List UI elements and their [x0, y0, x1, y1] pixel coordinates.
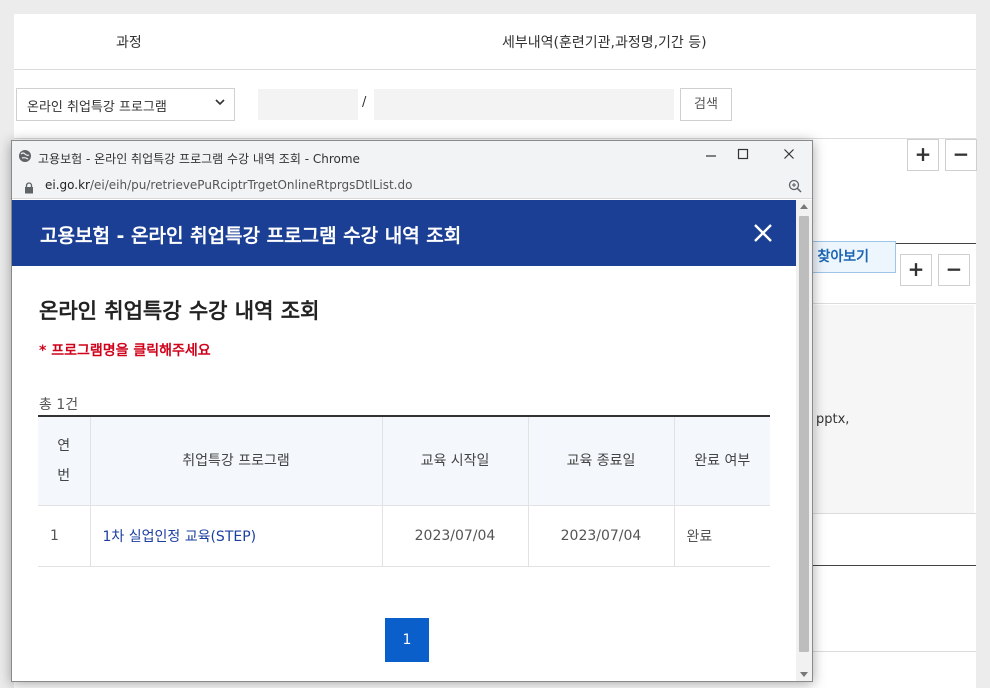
- scroll-up-icon[interactable]: [800, 204, 808, 209]
- th-start: 교육 시작일: [382, 416, 529, 506]
- page-url: ei.go.kr/ei/eih/pu/retrievePuRciptrTrget…: [45, 178, 412, 192]
- table-header-row: 연번 취업특강 프로그램 교육 시작일 교육 종료일 완료 여부: [38, 416, 770, 506]
- remove-file-button[interactable]: −: [938, 254, 970, 286]
- divider: [800, 513, 976, 514]
- maximize-button[interactable]: [732, 146, 754, 166]
- divider: [800, 651, 976, 652]
- th-no: 연번: [38, 416, 91, 506]
- course-select[interactable]: 온라인 취업특강 프로그램: [16, 88, 235, 121]
- popup-window: 고용보험 - 온라인 취업특강 프로그램 수강 내역 조회 - Chrome e…: [11, 140, 813, 682]
- divider: [800, 565, 976, 566]
- th-program: 취업특강 프로그램: [90, 416, 383, 506]
- globe-icon: [18, 149, 32, 163]
- page-button-1[interactable]: 1: [385, 618, 429, 662]
- notice-text: * 프로그램명을 클릭해주세요: [39, 343, 211, 359]
- url-path: /ei/eih/pu/retrievePuRciptrTrgetOnlineRt…: [89, 178, 413, 192]
- history-table: 연번 취업특강 프로그램 교육 시작일 교육 종료일 완료 여부 1 1차 실업…: [38, 415, 770, 567]
- add-file-button[interactable]: +: [900, 254, 932, 286]
- url-host: ei.go.kr: [45, 178, 90, 192]
- lock-icon: [24, 179, 34, 194]
- keyword-input-2[interactable]: [374, 89, 674, 120]
- total-count: 총 1건: [39, 397, 79, 413]
- add-row-button[interactable]: +: [907, 139, 939, 171]
- program-link[interactable]: 1차 실업인정 교육(STEP): [90, 505, 383, 567]
- input-separator: /: [362, 95, 367, 110]
- window-close-button[interactable]: [778, 146, 800, 166]
- header-course: 과정: [116, 35, 142, 51]
- table-row: 1 1차 실업인정 교육(STEP) 2023/07/04 2023/07/04…: [38, 505, 770, 567]
- header-detail: 세부내역(훈련기관,과정명,기간 등): [502, 35, 707, 51]
- scrollbar-thumb[interactable]: [799, 216, 809, 652]
- file-info-box: [814, 305, 974, 513]
- modal-header: 고용보험 - 온라인 취업특강 프로그램 수강 내역 조회: [12, 200, 796, 266]
- start-date: 2023/07/04: [382, 505, 529, 567]
- window-titlebar[interactable]: 고용보험 - 온라인 취업특강 프로그램 수강 내역 조회 - Chrome: [12, 141, 812, 171]
- th-done: 완료 여부: [674, 416, 770, 506]
- modal-title: 고용보험 - 온라인 취업특강 프로그램 수강 내역 조회: [40, 225, 462, 247]
- th-end: 교육 종료일: [528, 416, 675, 506]
- keyword-input-1[interactable]: [258, 89, 358, 120]
- row-no: 1: [38, 505, 91, 567]
- end-date: 2023/07/04: [528, 505, 675, 567]
- remove-row-button[interactable]: −: [945, 139, 977, 171]
- course-table-header: 과정 세부내역(훈련기관,과정명,기간 등): [14, 14, 976, 70]
- search-button[interactable]: 검색: [680, 88, 732, 121]
- zoom-icon[interactable]: [788, 178, 802, 193]
- minimize-button[interactable]: [700, 146, 722, 166]
- chevron-down-icon: [214, 96, 226, 111]
- section-title: 온라인 취업특강 수강 내역 조회: [39, 299, 320, 323]
- divider: [800, 303, 976, 304]
- filter-row: 온라인 취업특강 프로그램 / 검색: [14, 71, 976, 139]
- course-select-value: 온라인 취업특강 프로그램: [27, 100, 167, 115]
- scrollbar[interactable]: [796, 200, 812, 681]
- scroll-down-icon[interactable]: [800, 672, 808, 677]
- address-bar[interactable]: ei.go.kr/ei/eih/pu/retrievePuRciptrTrget…: [12, 171, 812, 199]
- window-title: 고용보험 - 온라인 취업특강 프로그램 수강 내역 조회 - Chrome: [38, 152, 360, 166]
- popup-content: 고용보험 - 온라인 취업특강 프로그램 수강 내역 조회 온라인 취업특강 수…: [12, 200, 796, 681]
- file-format-text: pptx,: [816, 412, 850, 427]
- close-icon[interactable]: [752, 222, 774, 244]
- completion-status: 완료: [674, 505, 770, 567]
